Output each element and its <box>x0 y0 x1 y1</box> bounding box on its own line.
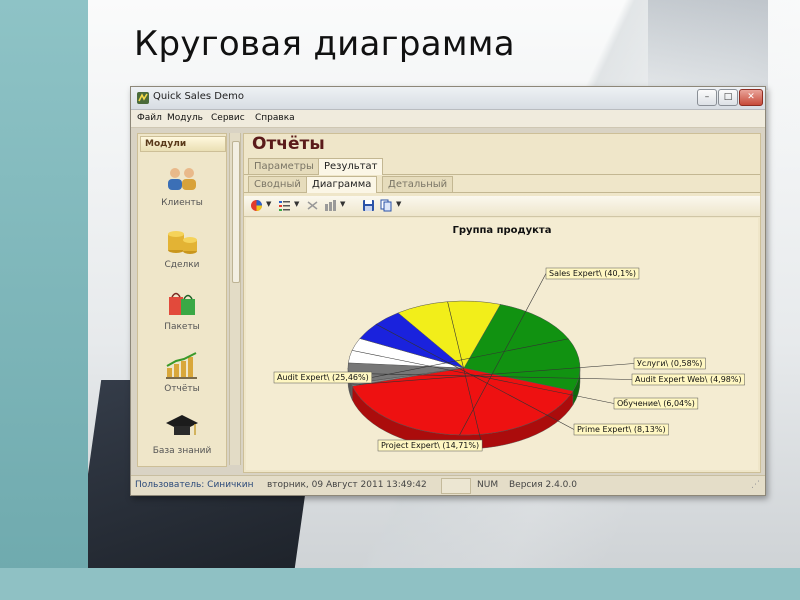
pie-slice-label: Prime Expert\ (8,13%) <box>577 425 666 434</box>
status-bar: Пользователь: Синичкин вторник, 09 Авгус… <box>131 475 765 495</box>
clients-icon <box>168 168 196 190</box>
status-version: Версия 2.4.0.0 <box>509 480 577 490</box>
pie-slice-label: Услуги\ (0,58%) <box>637 359 702 368</box>
sidebar-item-label: Сделки <box>164 260 200 270</box>
chevron-down-icon[interactable]: ▼ <box>396 200 401 208</box>
sidebar-item-reports[interactable]: Отчёты <box>138 350 226 410</box>
top-tab-row: Параметры Результат <box>244 158 760 175</box>
reports-panel: Отчёты Параметры Результат Сводный Диагр… <box>243 133 761 473</box>
close-button[interactable]: ✕ <box>739 89 763 106</box>
chevron-down-icon[interactable]: ▼ <box>266 200 271 208</box>
legend-icon[interactable] <box>278 199 291 212</box>
page-title: Отчёты <box>252 134 325 154</box>
chart-area: Группа продукта Sales Expert\ (40,1%) Усл… <box>246 218 758 470</box>
resize-grip-icon[interactable]: ⋰ <box>751 480 760 490</box>
tab-detailed[interactable]: Детальный <box>382 176 454 192</box>
slide: Круговая диаграмма Quick Sales Demo – □ … <box>88 0 800 568</box>
pie-slice-label: Audit Expert\ (25,46%) <box>277 373 369 382</box>
tab-summary[interactable]: Сводный <box>248 176 307 192</box>
sidebar-header: Модули <box>140 136 226 152</box>
knowledge-base-icon <box>166 415 198 435</box>
pie-slice-label: Audit Expert Web\ (4,98%) <box>635 375 742 384</box>
deals-icon <box>168 231 197 254</box>
save-icon[interactable] <box>362 199 375 212</box>
sidebar-item-label: Клиенты <box>161 198 203 208</box>
copy-icon[interactable] <box>380 199 393 212</box>
status-num: NUM <box>477 480 499 490</box>
maximize-button[interactable]: □ <box>718 89 738 106</box>
pie-chart: Sales Expert\ (40,1%) Услуги\ (0,58%) Audi… <box>273 267 745 452</box>
sidebar-item-deals[interactable]: Сделки <box>138 226 226 286</box>
sidebar-item-knowledge-base[interactable]: База знаний <box>138 412 226 466</box>
title-bar: Quick Sales Demo – □ ✕ <box>131 87 765 110</box>
tab-chart[interactable]: Диаграмма <box>306 176 378 193</box>
pie-slice-label: Sales Expert\ (40,1%) <box>549 269 636 278</box>
app-icon <box>137 92 149 104</box>
sidebar-item-label: База знаний <box>152 446 212 456</box>
chevron-down-icon[interactable]: ▼ <box>294 200 299 208</box>
sidebar-item-label: Отчёты <box>164 384 200 394</box>
chart-toolbar: ▼ ▼ ▼ ▼ <box>244 196 760 217</box>
rotate-icon[interactable] <box>306 199 319 212</box>
pie-slice-label: Обучение\ (6,04%) <box>617 399 695 408</box>
menu-file[interactable]: Файл <box>137 113 162 123</box>
window-title: Quick Sales Demo <box>153 91 244 102</box>
menu-help[interactable]: Справка <box>255 113 295 123</box>
slide-bottom-band <box>0 568 800 600</box>
sidebar-item-label: Пакеты <box>164 322 200 332</box>
menu-module[interactable]: Модуль <box>167 113 203 123</box>
modules-sidebar: Модули Клиенты Сделки Пакеты Отчёты База… <box>137 133 227 467</box>
minimize-button[interactable]: – <box>697 89 717 106</box>
scrollbar-thumb[interactable] <box>232 141 240 283</box>
sidebar-item-packages[interactable]: Пакеты <box>138 288 226 348</box>
slide-left-band <box>0 0 88 600</box>
menu-bar: Файл Модуль Сервис Справка <box>131 110 765 128</box>
packages-icon <box>169 292 195 315</box>
status-datetime: вторник, 09 Август 2011 13:49:42 <box>267 480 427 490</box>
3d-chart-icon[interactable] <box>324 199 337 212</box>
tab-result[interactable]: Результат <box>318 158 384 175</box>
slide-title: Круговая диаграмма <box>134 24 515 64</box>
pie-slice-label: Project Expert\ (14,71%) <box>381 441 479 450</box>
sub-tab-row: Сводный Диаграмма Детальный <box>244 176 760 193</box>
sidebar-item-clients[interactable]: Клиенты <box>138 164 226 224</box>
splitter-scrollbar[interactable] <box>229 133 241 465</box>
app-window: Quick Sales Demo – □ ✕ Файл Модуль Серви… <box>130 86 766 496</box>
status-empty-panel <box>441 478 471 494</box>
tab-parameters[interactable]: Параметры <box>248 158 320 174</box>
menu-service[interactable]: Сервис <box>211 113 245 123</box>
slide-decoration <box>648 0 768 90</box>
chart-type-icon[interactable] <box>250 199 263 212</box>
status-user: Пользователь: Синичкин <box>135 480 254 490</box>
chevron-down-icon[interactable]: ▼ <box>340 200 345 208</box>
reports-icon <box>166 352 197 379</box>
